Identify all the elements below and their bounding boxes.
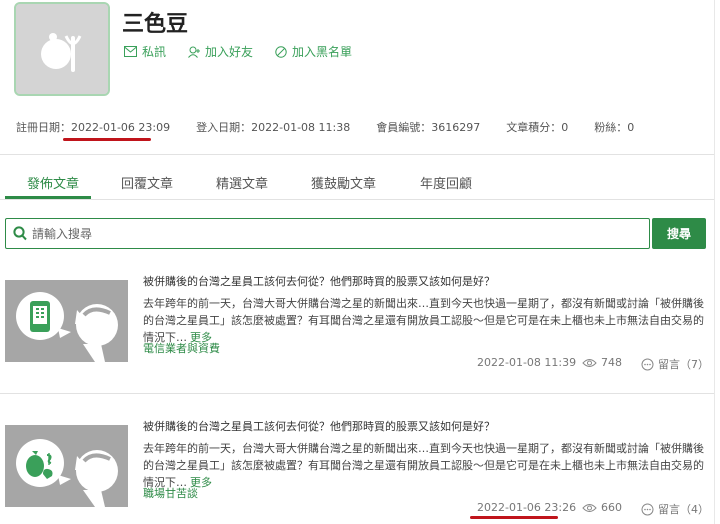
search-button[interactable]: 搜尋 — [652, 218, 706, 249]
article-excerpt: 去年跨年的前一天，台灣大哥大併購台灣之星的新聞出來…直到今天也快過一星期了，都沒… — [143, 295, 713, 346]
article-category[interactable]: 電信業者與資費 — [143, 340, 220, 356]
message-button[interactable]: 私訊 — [124, 43, 166, 60]
login-date: 登入日期：2022-01-08 11:38 — [196, 121, 351, 134]
page-right-border — [714, 0, 715, 524]
tab-bar: 發佈文章 回覆文章 精選文章 獲鼓勵文章 年度回顧 — [0, 166, 720, 200]
avatar — [14, 2, 110, 96]
article-excerpt: 去年跨年的前一天，台灣大哥大併購台灣之星的新聞出來…直到今天也快過一星期了，都沒… — [143, 440, 713, 491]
article-date: 2022-01-06 23:26 — [477, 501, 577, 514]
article-title[interactable]: 被併購後的台灣之星員工該何去何從？他們那時買的股票又該如何是好？ — [143, 418, 495, 434]
header-divider — [0, 154, 714, 155]
add-friend-button[interactable]: 加入好友 — [188, 43, 253, 60]
article-thumbnail[interactable] — [5, 425, 128, 507]
member-number: 會員編號：3616297 — [376, 121, 481, 134]
comment-count-value: 留言（4） — [658, 503, 709, 516]
profile-actions: 私訊 加入好友 加入黑名單 — [124, 43, 352, 60]
article-title[interactable]: 被併購後的台灣之星員工該何去何從？他們那時買的股票又該如何是好？ — [143, 273, 495, 289]
article-thumbnail[interactable] — [5, 280, 128, 362]
article-excerpt-text: 去年跨年的前一天，台灣大哥大併購台灣之星的新聞出來…直到今天也快過一星期了，都沒… — [143, 442, 704, 489]
article-points: 文章積分：0 — [506, 121, 569, 134]
mail-icon — [124, 46, 137, 57]
add-friend-label: 加入好友 — [205, 45, 254, 59]
block-icon — [275, 45, 287, 58]
profile-meta: 註冊日期：2022-01-06 23:09 登入日期：2022-01-08 11… — [16, 119, 660, 135]
tab-replied-articles[interactable]: 回覆文章 — [121, 173, 173, 192]
comment-count[interactable]: 留言（7） — [641, 356, 709, 372]
search-box — [5, 218, 650, 249]
phone-icon — [5, 280, 128, 362]
block-label: 加入黑名單 — [292, 45, 353, 59]
search-input[interactable] — [32, 219, 642, 248]
comment-icon — [641, 503, 654, 515]
eye-icon — [582, 358, 597, 367]
user-add-icon — [188, 46, 201, 58]
message-label: 私訊 — [142, 45, 167, 59]
profile-name: 三色豆 — [122, 12, 189, 37]
block-button[interactable]: 加入黑名單 — [275, 43, 352, 60]
tab-year-review[interactable]: 年度回顧 — [420, 173, 472, 192]
comment-count-value: 留言（7） — [658, 358, 709, 371]
eye-icon — [582, 503, 597, 512]
view-count: 748 — [582, 356, 622, 369]
search-icon — [13, 226, 27, 241]
tab-encouraged-articles[interactable]: 獲鼓勵文章 — [311, 173, 376, 192]
article-category[interactable]: 職場甘苦談 — [143, 485, 198, 501]
view-count-value: 660 — [601, 501, 622, 514]
view-count: 660 — [582, 501, 622, 514]
tab-published-articles[interactable]: 發佈文章 — [27, 173, 79, 192]
view-count-value: 748 — [601, 356, 622, 369]
article-excerpt-text: 去年跨年的前一天，台灣大哥大併購台灣之星的新聞出來…直到今天也快過一星期了，都沒… — [143, 297, 704, 344]
tabs-divider — [0, 199, 714, 200]
comment-count[interactable]: 留言（4） — [641, 501, 709, 517]
tab-featured-articles[interactable]: 精選文章 — [216, 173, 268, 192]
member-profile-page: 三色豆 私訊 加入好友 加入黑名單 註冊日期：2022-01-06 23:09 … — [0, 0, 720, 524]
comment-icon — [641, 358, 654, 370]
registration-date-underline — [63, 138, 151, 141]
fans-count: 粉絲：0 — [594, 121, 635, 134]
registration-date: 註冊日期：2022-01-06 23:09 — [16, 121, 171, 134]
article-date: 2022-01-08 11:39 — [477, 356, 577, 369]
default-avatar-icon — [16, 4, 108, 94]
article-divider — [0, 393, 714, 394]
money-bag-icon — [5, 425, 128, 507]
article-date-underline — [470, 516, 558, 519]
